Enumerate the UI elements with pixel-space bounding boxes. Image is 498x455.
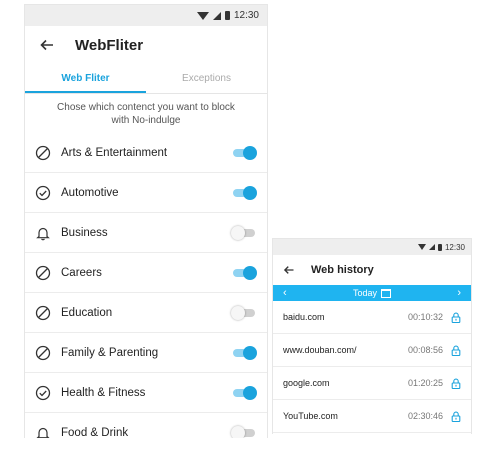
history-time: 01:20:25	[407, 378, 443, 388]
page-title: WebFliter	[75, 36, 144, 54]
category-row: Careers	[25, 253, 267, 293]
category-row: Automotive	[25, 173, 267, 213]
chevron-right-icon[interactable]: ›	[457, 285, 461, 301]
history-site: google.com	[283, 378, 330, 388]
toggle-knob	[243, 145, 257, 160]
history-list: baidu.com 00:10:32 www.douban.com/00:08:56…	[273, 301, 471, 433]
history-time: 00:08:56	[407, 345, 443, 355]
history-row: www.douban.com/00:08:56	[273, 334, 471, 367]
history-site: www.douban.com/	[283, 345, 357, 355]
lock-icon[interactable]	[451, 345, 461, 356]
history-row: YouTube.com 02:30:46	[273, 400, 471, 433]
battery-icon	[224, 11, 230, 20]
signal-icon	[428, 244, 435, 250]
block-icon	[35, 265, 51, 280]
history-site: baidu.com	[283, 312, 325, 322]
category-label: Family & Parenting	[61, 346, 159, 359]
filter-description: Chose which contenct you want to block w…	[57, 102, 235, 126]
category-toggle[interactable]	[231, 425, 257, 438]
bell-icon	[36, 227, 50, 240]
back-arrow-icon[interactable]	[39, 37, 55, 53]
category-toggle[interactable]	[231, 305, 257, 320]
category-label: Arts & Entertainment	[61, 146, 168, 159]
history-row: baidu.com 00:10:32	[273, 301, 471, 334]
category-label: Food & Drink	[61, 426, 129, 439]
calendar-icon	[381, 288, 392, 298]
status-bar: 12:30	[273, 239, 471, 255]
category-row: Business	[25, 213, 267, 253]
check-circle-icon	[35, 185, 51, 200]
app-bar: WebFliter	[25, 26, 267, 64]
category-row: Health & Fitness	[25, 373, 267, 413]
history-row: google.com 01:20:25	[273, 367, 471, 400]
history-site: YouTube.com	[283, 411, 338, 421]
category-list: Arts & Entertainment Automotive Business Ca…	[25, 133, 267, 438]
check-circle-icon	[35, 385, 51, 400]
status-time: 12:30	[233, 10, 259, 21]
tab-bar: Web Fliter Exceptions	[25, 64, 267, 94]
status-time: 12:30	[444, 242, 465, 252]
category-row: Education	[25, 293, 267, 333]
date-display[interactable]: Today	[352, 288, 392, 298]
category-label: Health & Fitness	[61, 386, 146, 399]
block-icon	[35, 305, 51, 320]
wifi-icon	[417, 244, 426, 250]
block-icon	[35, 345, 51, 360]
wifi-icon	[196, 11, 209, 20]
category-toggle[interactable]	[231, 185, 257, 200]
chevron-left-icon[interactable]: ‹	[283, 285, 287, 301]
history-time: 02:30:46	[407, 411, 443, 421]
lock-icon[interactable]	[451, 312, 461, 323]
history-time: 00:10:32	[407, 312, 443, 322]
lock-icon[interactable]	[451, 378, 461, 389]
toggle-knob	[231, 425, 245, 438]
toggle-knob	[231, 225, 245, 240]
page-title: Web history	[311, 264, 374, 276]
category-label: Automotive	[61, 186, 119, 199]
category-toggle[interactable]	[231, 225, 257, 240]
category-label: Careers	[61, 266, 102, 279]
toggle-knob	[243, 385, 257, 400]
toggle-knob	[243, 185, 257, 200]
battery-icon	[437, 243, 442, 251]
status-bar: 12:30	[25, 5, 267, 26]
toggle-knob	[231, 305, 245, 320]
app-bar: Web history	[273, 255, 471, 285]
signal-icon	[212, 11, 221, 20]
web-history-screen: 12:30 Web history ‹ Today › baidu.com 00:…	[272, 238, 472, 434]
toggle-knob	[243, 265, 257, 280]
lock-icon[interactable]	[451, 411, 461, 422]
category-toggle[interactable]	[231, 385, 257, 400]
date-label: Today	[352, 288, 378, 298]
category-label: Education	[61, 306, 113, 319]
bell-icon	[36, 427, 50, 438]
category-row: Family & Parenting	[25, 333, 267, 373]
tab-web-filter[interactable]: Web Fliter	[25, 64, 146, 93]
webfilter-screen: 12:30 WebFliter Web Fliter Exceptions Ch…	[24, 4, 268, 438]
category-label: Business	[61, 226, 108, 239]
date-selector: ‹ Today ›	[273, 285, 471, 301]
block-icon	[35, 145, 51, 160]
tab-exceptions[interactable]: Exceptions	[146, 64, 267, 93]
category-toggle[interactable]	[231, 265, 257, 280]
back-arrow-icon[interactable]	[283, 264, 295, 276]
toggle-knob	[243, 345, 257, 360]
category-toggle[interactable]	[231, 145, 257, 160]
category-toggle[interactable]	[231, 345, 257, 360]
category-row: Arts & Entertainment	[25, 133, 267, 173]
category-row: Food & Drink	[25, 413, 267, 438]
